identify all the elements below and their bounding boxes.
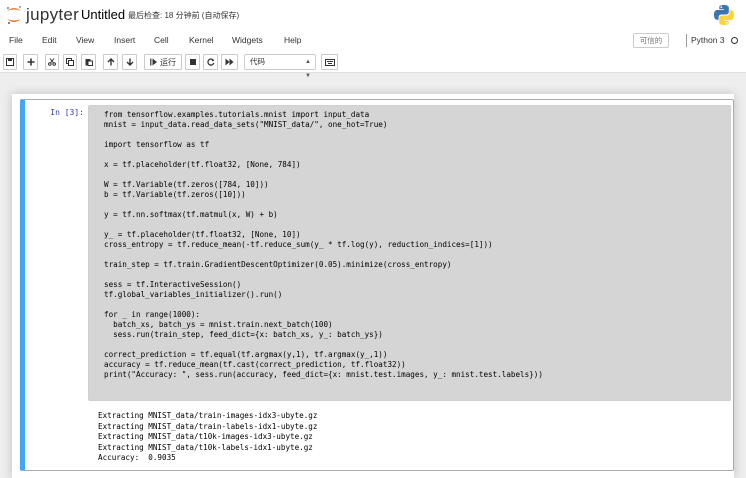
code-cell[interactable]: In [3]: from tensorflow.examples.tutoria… [20,99,734,471]
copy-button[interactable] [63,54,77,70]
paste-button[interactable] [81,54,96,70]
save-icon [6,58,14,66]
menu-edit[interactable]: Edit [42,35,57,45]
jupyter-logo[interactable]: jupyter [6,4,79,26]
menu-view[interactable]: View [76,35,94,45]
cut-button[interactable] [45,54,59,70]
restart-kernel-button[interactable] [203,54,218,70]
select-arrows-icon: ▲ ▼ [305,59,311,79]
menu-cell[interactable]: Cell [154,35,169,45]
cell-type-value: 代码 [250,57,265,66]
stop-icon [189,59,196,65]
command-palette-button[interactable] [321,54,338,70]
restart-icon [206,58,214,66]
menu-kernel[interactable]: Kernel [189,35,214,45]
save-button[interactable] [3,54,17,70]
run-label: 运行 [160,57,176,67]
code-input-area[interactable]: from tensorflow.examples.tutorials.mnist… [88,105,731,401]
input-prompt: In [3]: [50,108,84,117]
arrow-up-icon [107,58,114,66]
kernel-name: Python 3 [686,34,725,47]
menubar: File Edit View Insert Cell Kernel Widget… [0,31,746,51]
menu-widgets[interactable]: Widgets [232,35,263,45]
cut-icon [48,58,56,66]
jupyter-logo-icon [7,6,21,25]
menu-insert[interactable]: Insert [114,35,135,45]
move-down-button[interactable] [122,54,137,70]
restart-run-all-button[interactable] [221,54,238,70]
menu-file[interactable]: File [9,35,23,45]
code-text: from tensorflow.examples.tutorials.mnist… [104,110,543,379]
cell-type-select[interactable]: 代码 ▲ ▼ [244,54,316,79]
paste-icon [85,59,93,66]
python-logo-icon [714,5,734,25]
move-up-button[interactable] [103,54,118,70]
copy-icon [66,58,74,66]
plus-icon [27,58,34,66]
checkpoint-status: 最后检查: 18 分钟前 (自动保存) [128,11,240,20]
arrow-down-icon [126,58,133,66]
menu-help[interactable]: Help [284,35,301,45]
insert-cell-button[interactable] [23,54,38,70]
run-icon [150,58,157,66]
header: jupyter Untitled 最后检查: 18 分钟前 (自动保存) [0,0,746,31]
notebook-name[interactable]: Untitled [81,7,125,22]
keyboard-icon [324,58,335,66]
toolbar: 运行 代码 ▲ ▼ [0,51,746,79]
jupyter-logo-text: jupyter [26,5,80,24]
interrupt-button[interactable] [185,54,200,70]
kernel-idle-indicator-icon [731,37,738,44]
notebook-container: In [3]: from tensorflow.examples.tutoria… [12,94,734,478]
run-button[interactable]: 运行 [144,54,182,70]
fast-forward-icon [225,58,234,66]
trusted-badge[interactable]: 可信的 [633,33,669,48]
cell-output: Extracting MNIST_data/train-images-idx3-… [98,411,318,462]
